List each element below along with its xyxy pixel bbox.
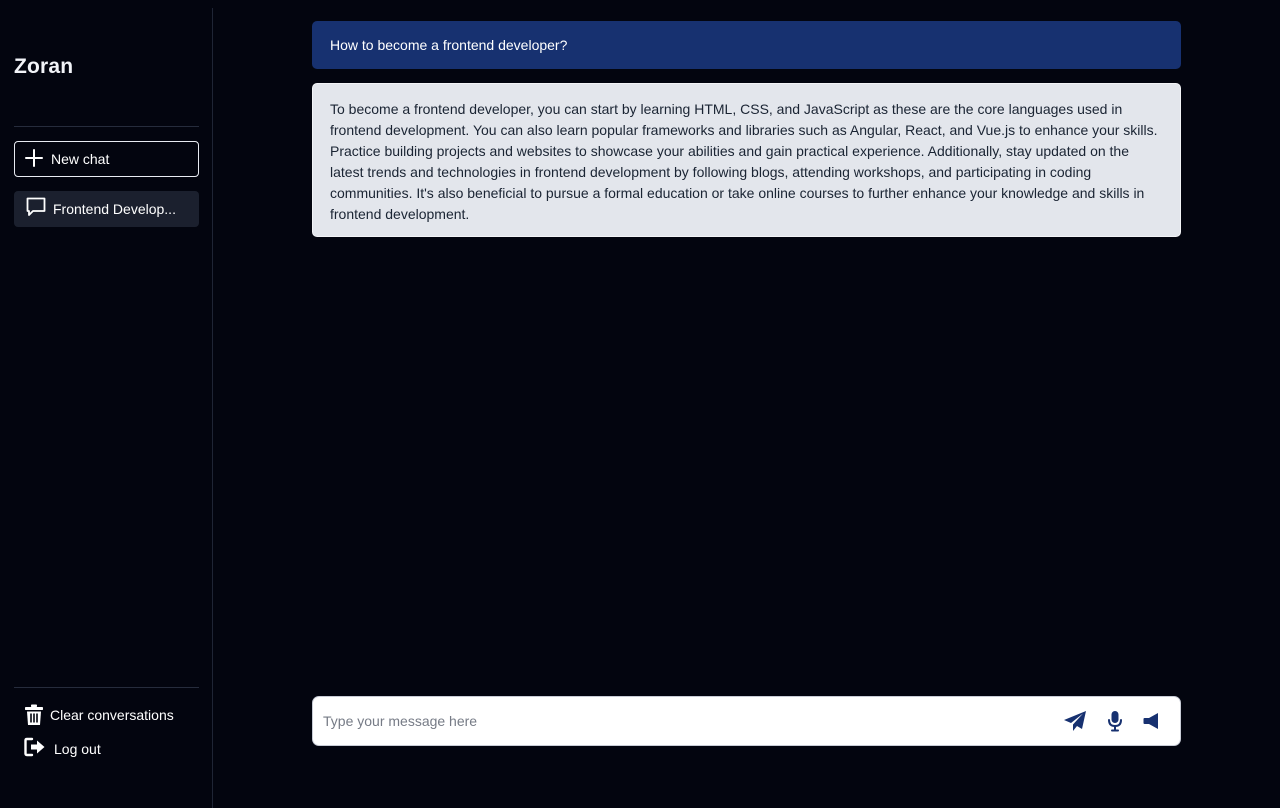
trash-icon [25,704,43,725]
conversation-title: Frontend Develop... [53,201,176,217]
app-root: Zoran New chat Frontend Develop... Clear… [0,0,1280,808]
sidebar-item-conversation[interactable]: Frontend Develop... [14,191,199,227]
sidebar: Zoran New chat Frontend Develop... Clear… [0,8,213,808]
assistant-message: To become a frontend developer, you can … [312,83,1181,237]
message-composer [312,696,1181,746]
microphone-button[interactable] [1103,709,1127,733]
logout-button[interactable]: Log out [24,737,101,757]
speaker-button[interactable] [1139,709,1163,733]
new-chat-button[interactable]: New chat [14,141,199,177]
send-button[interactable] [1063,709,1087,733]
sidebar-divider [14,126,199,127]
chat-area: How to become a frontend developer? To b… [213,0,1280,808]
speaker-icon [1143,713,1158,729]
brand-title: Zoran [14,55,74,78]
message-input[interactable] [323,713,1023,729]
microphone-icon [1108,711,1122,732]
new-chat-label: New chat [51,151,110,167]
send-icon [1064,711,1086,731]
plus-icon [25,148,43,167]
sidebar-divider-bottom [14,687,199,688]
chat-bubble-icon [26,197,46,216]
logout-label: Log out [54,741,101,757]
clear-conversations-label: Clear conversations [50,707,174,723]
user-message: How to become a frontend developer? [312,21,1181,69]
clear-conversations-button[interactable]: Clear conversations [24,704,174,726]
logout-icon [24,737,45,757]
